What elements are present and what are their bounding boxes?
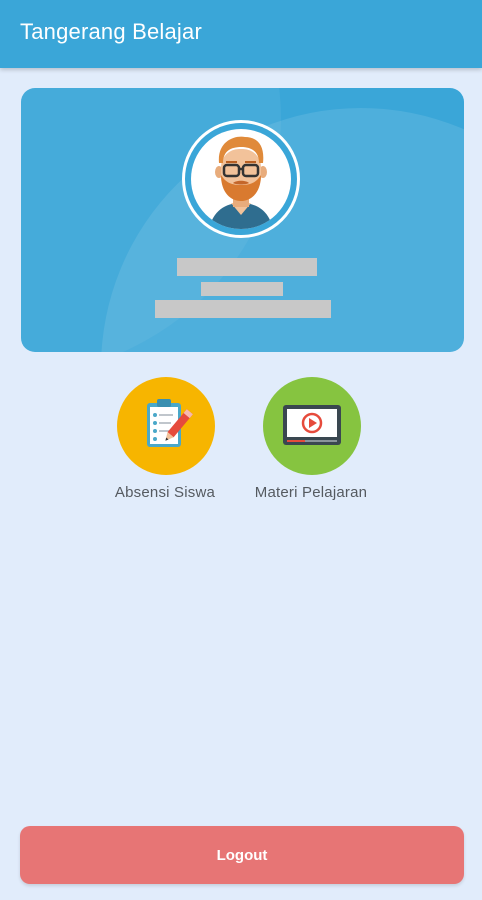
- bearded-man-avatar-icon: [191, 129, 291, 229]
- avatar: [182, 120, 300, 238]
- video-player-icon: [263, 405, 361, 479]
- menu-label: Absensi Siswa: [114, 484, 216, 501]
- redacted-id: [201, 282, 283, 296]
- menu-circle: [263, 377, 361, 475]
- redacted-name: [177, 258, 317, 276]
- redacted-school: [155, 300, 331, 318]
- logout-button[interactable]: Logout: [20, 826, 464, 884]
- menu-materi-pelajaran[interactable]: Materi Pelajaran: [236, 377, 386, 507]
- clipboard-pencil-icon: [117, 399, 215, 479]
- menu-label: Materi Pelajaran: [254, 484, 368, 501]
- menu-circle: [117, 377, 215, 475]
- profile-card: [21, 88, 464, 352]
- menu-absensi-siswa[interactable]: Absensi Siswa: [90, 377, 240, 507]
- app-bar: Tangerang Belajar: [0, 0, 482, 68]
- app-title: Tangerang Belajar: [20, 19, 202, 44]
